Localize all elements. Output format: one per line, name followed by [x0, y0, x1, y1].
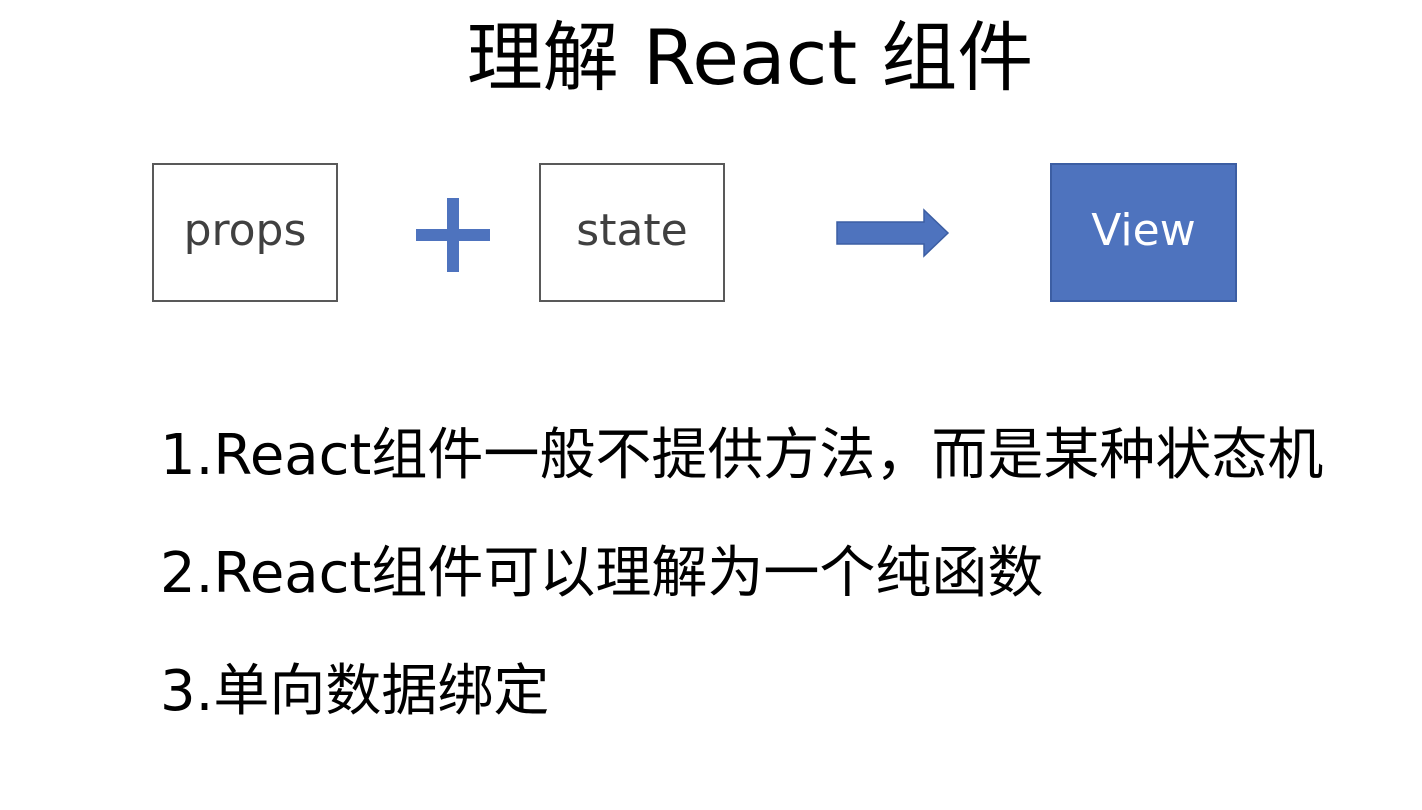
state-label: state [576, 205, 688, 256]
props-label: props [183, 205, 307, 256]
right-arrow-icon [836, 208, 950, 258]
state-box: state [539, 163, 725, 302]
props-box: props [152, 163, 338, 302]
bullet-point-2: 2.React组件可以理解为一个纯函数 [160, 541, 1044, 606]
slide-title: 理解 React 组件 [466, 13, 1034, 102]
plus-icon [416, 198, 490, 272]
bullet-point-3: 3.单向数据绑定 [160, 659, 550, 724]
bullet-point-1: 1.React组件一般不提供方法，而是某种状态机 [160, 423, 1324, 488]
view-box: View [1050, 163, 1237, 302]
view-label: View [1091, 205, 1196, 256]
